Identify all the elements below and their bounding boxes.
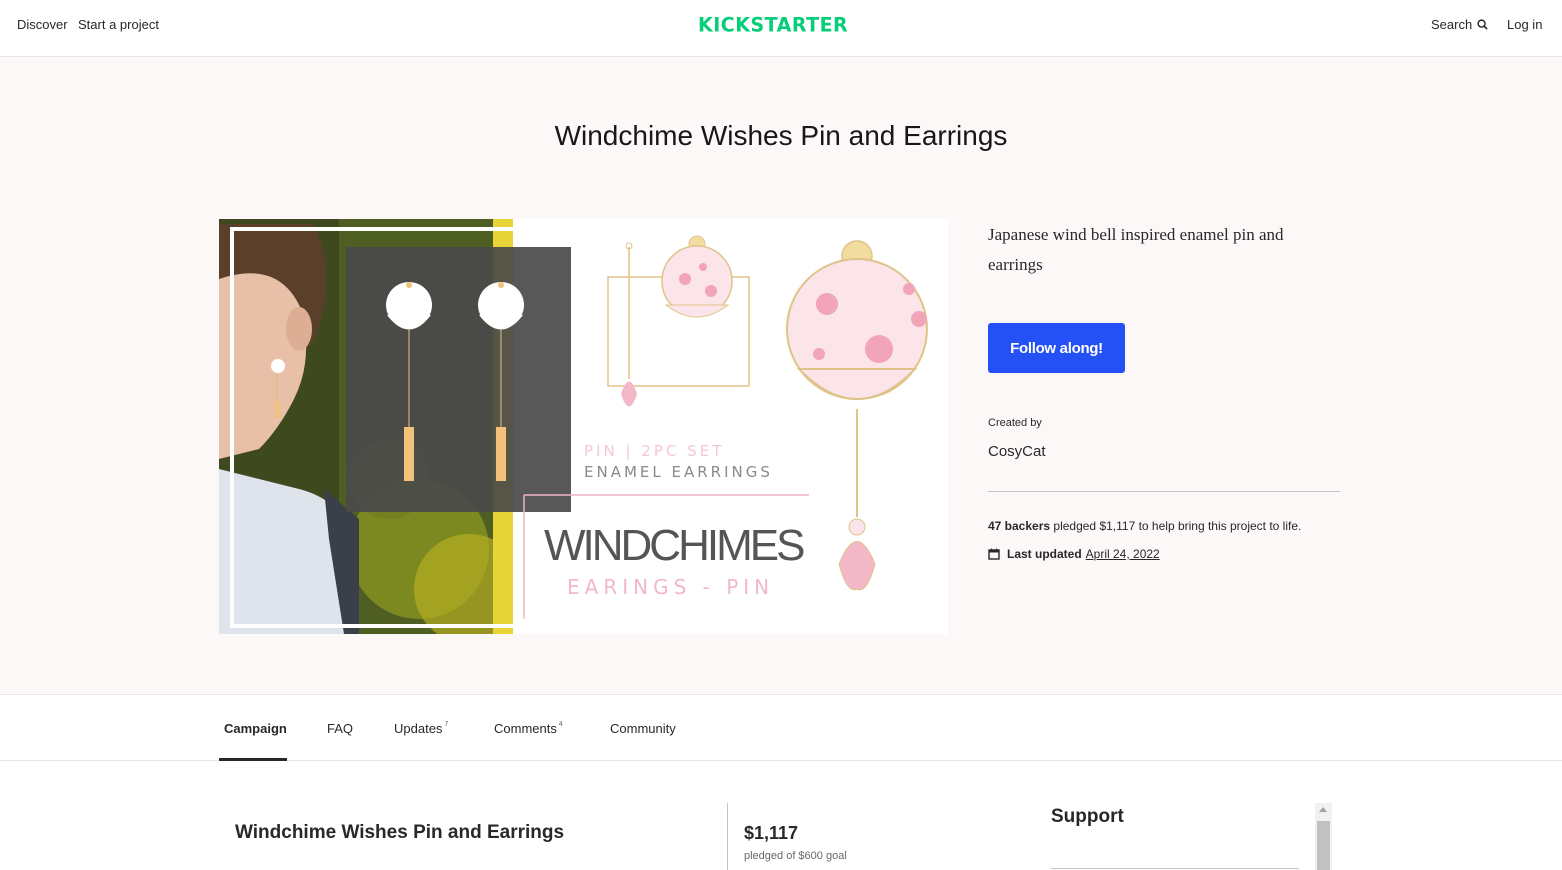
backers-summary: 47 backers pledged $1,117 to help bring … — [988, 519, 1301, 533]
image-earings-pin-text: EARINGS - PIN — [567, 575, 774, 599]
top-nav: Discover Start a project KICKSTARTER Sea… — [0, 0, 1562, 57]
goal-text: pledged of $600 goal — [744, 850, 847, 862]
content-divider — [727, 803, 728, 870]
pledged-sentence: pledged $1,117 to help bring this projec… — [1050, 519, 1302, 533]
tab-comments[interactable]: Comments 4 — [494, 721, 563, 736]
pledged-amount: $1,117 — [744, 823, 799, 843]
tab-faq[interactable]: FAQ — [327, 721, 353, 736]
hero-artwork: PIN | 2PC SET ENAMEL EARRINGS WINDCHIMES… — [219, 219, 948, 634]
tab-faq-label: FAQ — [327, 721, 354, 736]
scrollbar-thumb[interactable] — [1317, 821, 1330, 870]
last-updated: Last updated April 24, 2022 — [988, 547, 1160, 561]
tab-updates-count: 7 — [444, 720, 449, 728]
image-windchimes-text: WINDCHIMES — [544, 521, 804, 570]
tab-comments-count: 4 — [558, 720, 563, 728]
support-divider — [1051, 868, 1299, 869]
project-hero: Windchime Wishes Pin and Earrings PIN | … — [0, 57, 1562, 695]
backers-count: 47 backers — [988, 519, 1051, 533]
search-button[interactable]: Search — [1431, 17, 1488, 32]
last-updated-date-link[interactable]: April 24, 2022 — [1086, 547, 1160, 561]
last-updated-label: Last updated — [1007, 547, 1082, 561]
project-title: Windchime Wishes Pin and Earrings — [554, 120, 1008, 151]
tab-community[interactable]: Community — [610, 721, 676, 736]
project-hero-image[interactable]: PIN | 2PC SET ENAMEL EARRINGS WINDCHIMES… — [219, 219, 948, 634]
scroll-up-arrow-icon[interactable] — [1319, 807, 1327, 812]
tab-comments-label: Comments — [494, 721, 557, 736]
tab-updates-label: Updates — [394, 721, 443, 736]
image-pin-set-text: PIN | 2PC SET — [584, 442, 724, 460]
search-label: Search — [1431, 17, 1473, 32]
tab-community-label: Community — [610, 721, 676, 736]
tab-updates[interactable]: Updates 7 — [394, 721, 448, 736]
support-heading: Support — [1051, 806, 1124, 827]
story-title: Windchime Wishes Pin and Earrings — [235, 822, 565, 843]
creator-name-link[interactable]: CosyCat — [988, 443, 1046, 460]
hero-divider — [988, 491, 1340, 492]
nav-start-project-link[interactable]: Start a project — [78, 17, 159, 32]
calendar-icon — [988, 548, 1000, 560]
kickstarter-logo[interactable]: KICKSTARTER — [698, 13, 848, 36]
project-tabs: Campaign FAQ Updates 7 Comments 4 Communit… — [0, 695, 1562, 761]
active-tab-indicator — [219, 758, 287, 761]
tab-campaign[interactable]: Campaign — [224, 721, 287, 736]
created-by-label: Created by — [988, 417, 1042, 429]
follow-along-button[interactable]: Follow along! — [988, 323, 1125, 373]
login-link[interactable]: Log in — [1507, 17, 1542, 32]
tab-campaign-label: Campaign — [224, 721, 287, 736]
search-icon — [1477, 19, 1488, 30]
image-enamel-text: ENAMEL EARRINGS — [584, 463, 773, 481]
project-blurb: Japanese wind bell inspired enamel pin a… — [988, 225, 1284, 274]
nav-discover-link[interactable]: Discover — [17, 17, 68, 32]
support-scrollbar[interactable] — [1315, 803, 1332, 870]
